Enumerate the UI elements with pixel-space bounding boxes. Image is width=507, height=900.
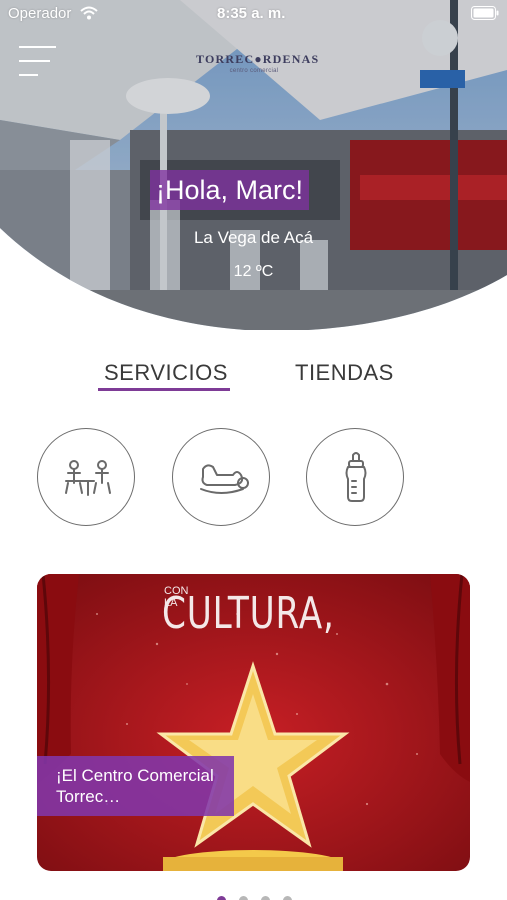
service-family-play-area-button[interactable] [37,428,135,526]
hamburger-menu-icon[interactable] [19,46,56,78]
active-tab-indicator [98,388,230,391]
status-bar: Operador 8:35 a. m. [0,0,507,28]
hero-header: Operador 8:35 a. m. TORREC●RDENAS centro… [0,0,507,330]
tab-servicios[interactable]: SERVICIOS [104,360,228,386]
service-rocking-horse-button[interactable] [172,428,270,526]
baby-bottle-icon [345,452,367,502]
rocking-horse-icon [200,464,249,494]
banner-headline: CULTURA, [162,588,335,639]
mall-logo: TORREC●RDENAS centro comercial [196,52,320,76]
service-baby-bottle-button[interactable] [306,428,404,526]
carousel-dot[interactable] [283,896,292,900]
location-label: La Vega de Acá [193,228,314,247]
carousel-dot[interactable] [239,896,248,900]
wifi-icon [80,6,98,20]
carousel-dot[interactable] [261,896,270,900]
logo-wordmark: TORREC●RDENAS [196,52,320,66]
carousel-dot[interactable] [217,896,226,900]
family-play-area-icon [65,460,111,496]
battery-icon [471,6,499,20]
logo-tagline: centro comercial [229,68,279,74]
carrier-name: Operador [8,5,72,22]
banner-caption[interactable]: ¡El Centro Comercial Torrec… [37,756,234,816]
temperature-label: 12 ºC [233,263,274,280]
greeting-title: ¡Hola, Marc! [150,170,310,210]
tab-tiendas[interactable]: TIENDAS [295,360,394,386]
status-time: 8:35 a. m. [217,5,286,22]
